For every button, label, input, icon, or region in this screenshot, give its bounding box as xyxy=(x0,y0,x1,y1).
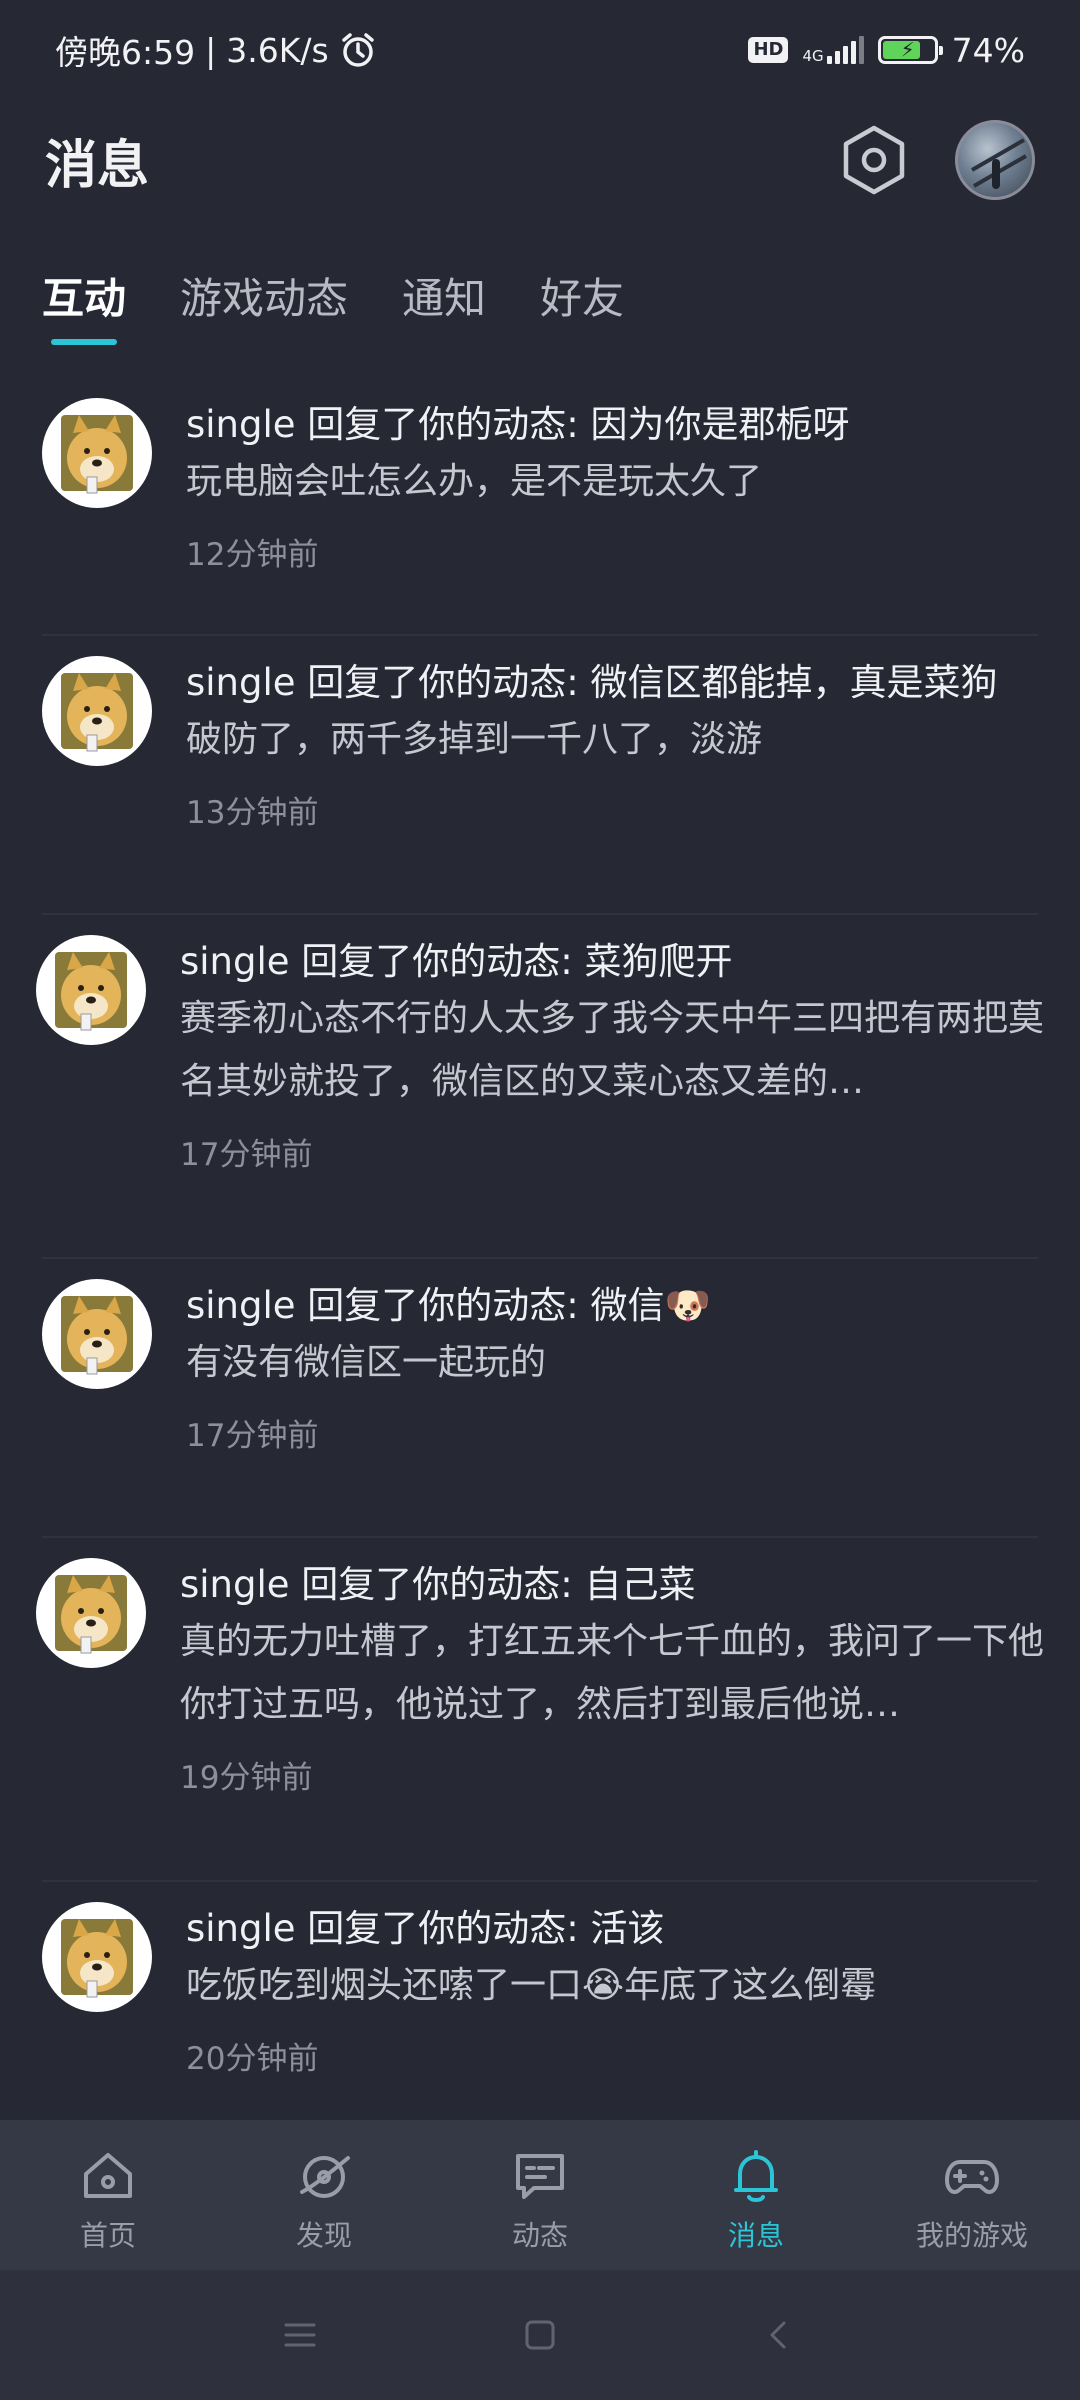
bell-icon xyxy=(734,2150,778,2202)
charging-icon: ⚡ xyxy=(900,37,915,62)
doge-avatar[interactable] xyxy=(42,1902,152,2012)
home-icon xyxy=(84,2153,132,2198)
message-time: 12分钟前 xyxy=(186,537,319,573)
doge-avatar-icon xyxy=(55,1575,127,1654)
tab-game-updates[interactable]: 游戏动态 xyxy=(180,255,348,326)
status-left: 傍晚6:59 | 3.6K/s xyxy=(55,26,377,74)
nav-feed-label: 动态 xyxy=(511,2219,568,2252)
message-title: single 回复了你的动态: 因为你是郡栀呀 xyxy=(186,403,850,446)
doge-avatar[interactable] xyxy=(42,398,152,508)
tab-friends[interactable]: 好友 xyxy=(540,255,624,326)
doge-avatar-icon xyxy=(61,673,133,752)
message-content: 有没有微信区一起玩的 xyxy=(186,1342,547,1383)
message-item[interactable]: single 回复了你的动态: 菜狗爬开 赛季初心态不行的人太多了我今天中午三四… xyxy=(36,915,1044,1259)
message-content: 吃饭吃到烟头还嗦了一口😭年底了这么倒霉 xyxy=(186,1965,877,2006)
battery-percent: 74% xyxy=(951,30,1025,70)
message-item[interactable]: single 回复了你的动态: 微信区都能掉，真是菜狗 破防了，两千多掉到一千八… xyxy=(42,636,1038,915)
feed-icon xyxy=(516,2154,564,2199)
message-content: 破防了，两千多掉到一千八了，淡游 xyxy=(186,719,763,760)
message-title: single 回复了你的动态: 菜狗爬开 xyxy=(180,940,733,983)
message-item[interactable]: single 回复了你的动态: 自己菜 真的无力吐槽了，打红五来个七千血的，我问… xyxy=(36,1538,1044,1882)
doge-avatar[interactable] xyxy=(36,1558,146,1668)
signal-bars-icon xyxy=(826,36,864,64)
system-nav-bar xyxy=(0,2270,1080,2400)
status-right: HD 4G ⚡ 74% xyxy=(748,31,1025,70)
message-tabs: 互动 游戏动态 通知 好友 xyxy=(0,255,1080,355)
message-list: single 回复了你的动态: 因为你是郡栀呀 玩电脑会吐怎么办，是不是玩太久了… xyxy=(0,378,1080,2142)
message-time: 20分钟前 xyxy=(186,2041,319,2077)
message-title: single 回复了你的动态: 微信区都能掉，真是菜狗 xyxy=(186,661,998,704)
nav-home[interactable]: 首页 xyxy=(0,2120,216,2270)
message-content: 赛季初心态不行的人太多了我今天中午三四把有两把莫名其妙就投了，微信区的又菜心态又… xyxy=(180,998,1045,1102)
battery-icon: ⚡ xyxy=(877,36,943,64)
settings-button[interactable] xyxy=(841,124,907,196)
doge-avatar[interactable] xyxy=(42,656,152,766)
nav-messages[interactable]: 消息 xyxy=(648,2120,864,2270)
doge-avatar-icon xyxy=(61,1919,133,1998)
message-body: single 回复了你的动态: 微信区都能掉，真是菜狗 破防了，两千多掉到一千八… xyxy=(186,636,998,913)
status-separator: | xyxy=(205,30,217,70)
status-time: 傍晚6:59 xyxy=(55,33,196,72)
bottom-nav: 首页 发现 动态 消息 我的游戏 xyxy=(0,2120,1080,2270)
message-body: single 回复了你的动态: 活该 吃饭吃到烟头还嗦了一口😭年底了这么倒霉 2… xyxy=(186,1882,876,2142)
home-square-icon[interactable] xyxy=(520,2315,560,2355)
settings-hexagon-icon xyxy=(843,125,905,195)
message-title: single 回复了你的动态: 自己菜 xyxy=(180,1563,696,1606)
nav-feed[interactable]: 动态 xyxy=(432,2120,648,2270)
nav-my-games-label: 我的游戏 xyxy=(915,2219,1028,2252)
tab-interaction[interactable]: 互动 xyxy=(42,255,126,326)
discover-icon xyxy=(300,2156,350,2198)
nav-messages-label: 消息 xyxy=(727,2219,784,2252)
message-item[interactable]: single 回复了你的动态: 微信🐶 有没有微信区一起玩的 17分钟前 xyxy=(42,1259,1038,1538)
message-time: 13分钟前 xyxy=(186,795,319,831)
message-content: 玩电脑会吐怎么办，是不是玩太久了 xyxy=(186,461,763,502)
nav-discover[interactable]: 发现 xyxy=(216,2120,432,2270)
message-item[interactable]: single 回复了你的动态: 因为你是郡栀呀 玩电脑会吐怎么办，是不是玩太久了… xyxy=(42,378,1038,636)
hd-badge: HD xyxy=(748,37,789,63)
doge-avatar-icon xyxy=(55,952,127,1031)
header-actions xyxy=(841,120,1035,200)
back-icon[interactable] xyxy=(760,2315,800,2355)
doge-avatar[interactable] xyxy=(42,1279,152,1389)
doge-avatar-icon xyxy=(61,415,133,494)
message-time: 17分钟前 xyxy=(180,1137,313,1173)
user-avatar[interactable] xyxy=(955,120,1035,200)
nav-home-label: 首页 xyxy=(79,2219,136,2252)
gamepad-icon xyxy=(945,2160,999,2194)
message-time: 19分钟前 xyxy=(180,1760,313,1796)
cellular-signal: 4G xyxy=(802,36,864,65)
message-time: 17分钟前 xyxy=(186,1418,319,1454)
message-title: single 回复了你的动态: 活该 xyxy=(186,1907,665,1950)
message-content: 真的无力吐槽了，打红五来个七千血的，我问了一下他你打过五吗，他说过了，然后打到最… xyxy=(180,1621,1045,1725)
doge-avatar[interactable] xyxy=(36,935,146,1045)
nav-my-games[interactable]: 我的游戏 xyxy=(864,2120,1080,2270)
message-body: single 回复了你的动态: 微信🐶 有没有微信区一起玩的 17分钟前 xyxy=(186,1259,711,1536)
tab-notifications[interactable]: 通知 xyxy=(402,255,486,326)
page-header: 消息 xyxy=(0,110,1080,210)
network-speed: 3.6K/s xyxy=(226,30,329,70)
doge-avatar-icon xyxy=(61,1296,133,1375)
message-body: single 回复了你的动态: 因为你是郡栀呀 玩电脑会吐怎么办，是不是玩太久了… xyxy=(186,378,850,634)
menu-icon[interactable] xyxy=(280,2315,320,2355)
status-bar: 傍晚6:59 | 3.6K/s HD 4G ⚡ 74% xyxy=(0,0,1080,100)
page-title: 消息 xyxy=(45,135,150,196)
message-title: single 回复了你的动态: 微信🐶 xyxy=(186,1284,711,1327)
alarm-icon xyxy=(341,33,374,67)
nav-discover-label: 发现 xyxy=(295,2219,352,2252)
message-item[interactable]: single 回复了你的动态: 活该 吃饭吃到烟头还嗦了一口😭年底了这么倒霉 2… xyxy=(42,1882,1038,2142)
message-body: single 回复了你的动态: 菜狗爬开 赛季初心态不行的人太多了我今天中午三四… xyxy=(180,915,1050,1257)
message-body: single 回复了你的动态: 自己菜 真的无力吐槽了，打红五来个七千血的，我问… xyxy=(180,1538,1050,1880)
network-type: 4G xyxy=(802,47,824,65)
